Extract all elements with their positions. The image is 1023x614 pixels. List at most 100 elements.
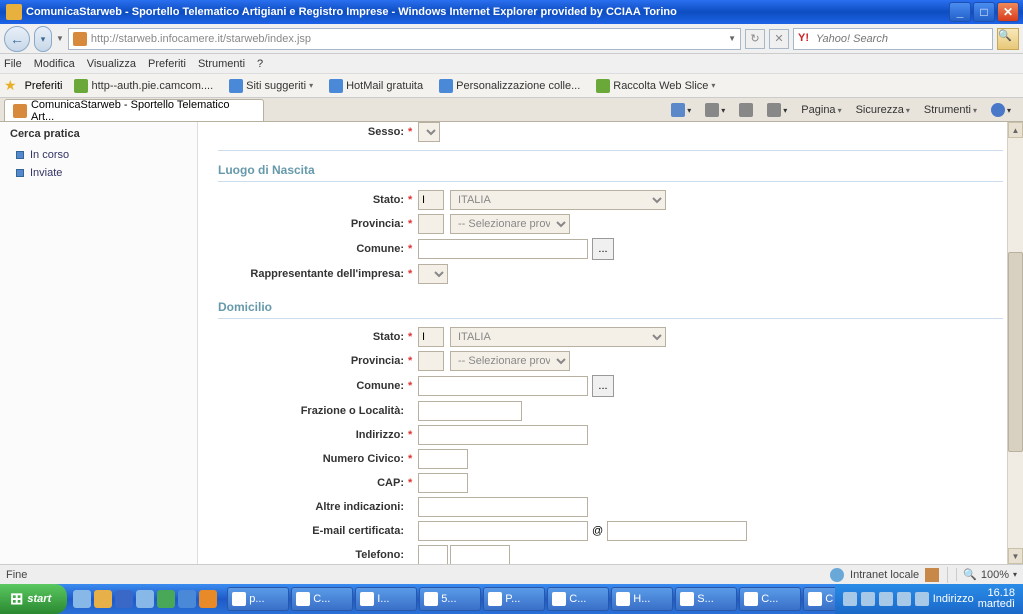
input-cap[interactable]: [418, 473, 468, 493]
menu-modifica[interactable]: Modifica: [34, 58, 75, 70]
favorites-star-icon[interactable]: ★: [4, 77, 17, 94]
select-provincia-dom[interactable]: -- Selezionare prov. --: [450, 351, 570, 371]
select-sesso[interactable]: [418, 122, 440, 142]
task-button[interactable]: I...: [355, 587, 417, 611]
nav-drop-icon[interactable]: ▼: [56, 34, 64, 43]
required-icon: *: [408, 194, 418, 206]
tray-indirizzo[interactable]: Indirizzo: [933, 593, 974, 605]
input-comune-dom[interactable]: [418, 376, 588, 396]
fav-item-webslice[interactable]: Raccolta Web Slice: [592, 77, 719, 95]
protected-mode-icon: [925, 568, 939, 582]
zoom-value: 100%: [981, 569, 1009, 581]
task-button[interactable]: C...: [739, 587, 801, 611]
task-button[interactable]: 5...: [419, 587, 481, 611]
input-comune[interactable]: [418, 239, 588, 259]
task-button[interactable]: p...: [227, 587, 289, 611]
search-box[interactable]: Y!: [793, 28, 993, 50]
tab-starweb[interactable]: ComunicaStarweb - Sportello Telematico A…: [4, 99, 264, 121]
select-stato[interactable]: ITALIA: [450, 190, 666, 210]
input-provincia-code[interactable]: [418, 214, 444, 234]
page-menu-button[interactable]: Pagina: [797, 102, 845, 118]
address-bar[interactable]: ▼: [68, 28, 741, 50]
print-button[interactable]: ▾: [763, 101, 791, 119]
menu-help[interactable]: ?: [257, 58, 263, 70]
select-stato-dom[interactable]: ITALIA: [450, 327, 666, 347]
input-email-domain[interactable]: [607, 521, 747, 541]
url-input[interactable]: [91, 33, 728, 45]
input-stato-code[interactable]: [418, 190, 444, 210]
task-button[interactable]: C...: [547, 587, 609, 611]
clock[interactable]: 16.18 martedì: [978, 588, 1015, 610]
help-button[interactable]: ▾: [987, 101, 1015, 119]
search-button[interactable]: 🔍: [997, 28, 1019, 50]
scroll-thumb[interactable]: [1008, 252, 1023, 452]
select-provincia[interactable]: -- Selezionare prov. --: [450, 214, 570, 234]
ql-icon[interactable]: [157, 590, 175, 608]
help-icon: [991, 103, 1005, 117]
search-input[interactable]: [816, 33, 988, 45]
ql-icon[interactable]: [73, 590, 91, 608]
fav-item-auth[interactable]: http--auth.pie.camcom....: [70, 77, 217, 95]
mail-button[interactable]: [735, 101, 757, 119]
tools-menu-button[interactable]: Strumenti: [920, 102, 981, 118]
fav-item-pers[interactable]: Personalizzazione colle...: [435, 77, 584, 95]
input-indirizzo[interactable]: [418, 425, 588, 445]
safety-menu-button[interactable]: Sicurezza: [852, 102, 914, 118]
close-button[interactable]: ✕: [997, 2, 1019, 22]
menu-preferiti[interactable]: Preferiti: [148, 58, 186, 70]
input-email-user[interactable]: [418, 521, 588, 541]
input-altre[interactable]: [418, 497, 588, 517]
fav-item-siti[interactable]: Siti suggeriti: [225, 77, 317, 95]
minimize-button[interactable]: _: [949, 2, 971, 22]
task-button[interactable]: S...: [675, 587, 737, 611]
ql-icon[interactable]: [115, 590, 133, 608]
webslice-icon: [596, 79, 610, 93]
lookup-comune-button[interactable]: ...: [592, 238, 614, 260]
sidebar-item-incorso[interactable]: In corso: [10, 146, 187, 164]
vertical-scrollbar[interactable]: ▲ ▼: [1007, 122, 1023, 564]
tray-icon[interactable]: [843, 592, 857, 606]
address-drop-icon[interactable]: ▼: [728, 34, 736, 43]
label-email: E-mail certificata:: [218, 525, 408, 537]
stop-button[interactable]: ✕: [769, 29, 789, 49]
input-stato-dom-code[interactable]: [418, 327, 444, 347]
maximize-button[interactable]: □: [973, 2, 995, 22]
scroll-up-button[interactable]: ▲: [1008, 122, 1023, 138]
tray-icon[interactable]: [915, 592, 929, 606]
label-telefono: Telefono:: [218, 549, 408, 561]
ql-icon[interactable]: [136, 590, 154, 608]
scroll-down-button[interactable]: ▼: [1008, 548, 1023, 564]
ql-icon[interactable]: [178, 590, 196, 608]
input-telefono-number[interactable]: [450, 545, 510, 564]
task-button[interactable]: C I...: [803, 587, 834, 611]
globe-icon: [74, 79, 88, 93]
favorites-label[interactable]: Preferiti: [25, 80, 63, 92]
menu-file[interactable]: File: [4, 58, 22, 70]
select-rappresentante[interactable]: [418, 264, 448, 284]
feeds-button[interactable]: ▾: [701, 101, 729, 119]
sidebar-item-inviate[interactable]: Inviate: [10, 164, 187, 182]
fav-item-hotmail[interactable]: HotMail gratuita: [325, 77, 427, 95]
lookup-comune-dom-button[interactable]: ...: [592, 375, 614, 397]
tray-icon[interactable]: [879, 592, 893, 606]
input-civico[interactable]: [418, 449, 468, 469]
task-button[interactable]: H...: [611, 587, 673, 611]
refresh-button[interactable]: ↻: [745, 29, 765, 49]
task-button[interactable]: P...: [483, 587, 545, 611]
ql-icon[interactable]: [94, 590, 112, 608]
input-frazione[interactable]: [418, 401, 522, 421]
tray-icon[interactable]: [861, 592, 875, 606]
back-button[interactable]: [4, 26, 30, 52]
menu-strumenti[interactable]: Strumenti: [198, 58, 245, 70]
favorites-bar: ★ Preferiti http--auth.pie.camcom.... Si…: [0, 74, 1023, 98]
task-button[interactable]: C...: [291, 587, 353, 611]
ql-icon[interactable]: [199, 590, 217, 608]
forward-button[interactable]: [34, 26, 52, 52]
menu-visualizza[interactable]: Visualizza: [87, 58, 136, 70]
start-button[interactable]: start: [0, 584, 67, 614]
zoom-control[interactable]: 🔍 100% ▾: [956, 568, 1017, 581]
input-provincia-dom-code[interactable]: [418, 351, 444, 371]
tray-icon[interactable]: [897, 592, 911, 606]
home-button[interactable]: ▾: [667, 101, 695, 119]
input-telefono-prefix[interactable]: [418, 545, 448, 564]
